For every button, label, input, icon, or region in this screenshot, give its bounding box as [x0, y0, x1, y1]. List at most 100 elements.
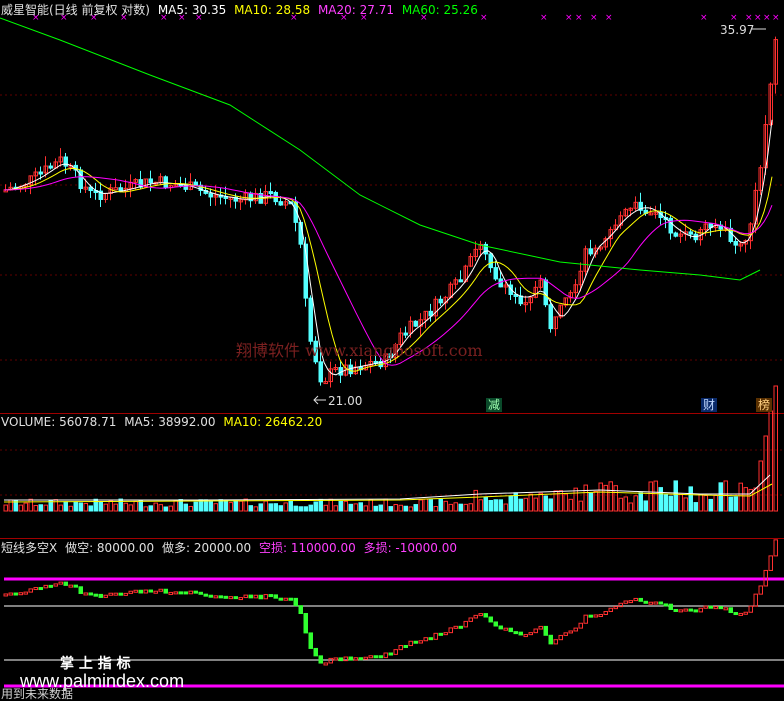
- volume-bar-59: [298, 506, 303, 512]
- indicator-bar-60: [303, 613, 308, 634]
- indicator-bar-13: [68, 584, 73, 588]
- indicator-bar-146: [733, 612, 738, 616]
- volume-bar-57: [288, 500, 293, 512]
- candle-141: [708, 223, 713, 236]
- volume-bar-139: [698, 493, 703, 512]
- candle-102: [513, 287, 518, 304]
- indicator-bar-0: [3, 593, 8, 597]
- ma5-value: MA5: 30.35: [157, 3, 227, 17]
- candle-146: [733, 238, 738, 254]
- volume-bar-42: [213, 503, 218, 512]
- indicator-bar-126: [633, 597, 638, 602]
- indicator-bar-26: [133, 589, 138, 593]
- volume-bar-18: [93, 498, 98, 512]
- indicator-bar-108: [543, 625, 548, 636]
- indicator-bar-4: [23, 591, 28, 595]
- volume-bar-9: [48, 500, 53, 512]
- candle-143: [718, 220, 723, 238]
- indicator-long-value: 做多: 20000.00: [162, 541, 252, 555]
- candle-104: [523, 295, 528, 313]
- indicator-bar-44: [223, 595, 228, 599]
- indicator-bar-142: [713, 606, 718, 610]
- indicator-bar-111: [558, 634, 563, 641]
- indicator-bar-87: [438, 632, 443, 636]
- volume-bar-140: [703, 495, 708, 512]
- indicator-bar-135: [678, 609, 683, 613]
- event-badge-finance[interactable]: 财: [701, 398, 718, 412]
- indicator-bar-10: [53, 583, 58, 587]
- volume-bar-8: [43, 504, 48, 512]
- candle-51: [258, 188, 263, 204]
- event-badge-reduce[interactable]: 减: [486, 398, 503, 412]
- volume-bar-54: [273, 503, 278, 512]
- candle-126: [633, 196, 638, 212]
- volume-bar-73: [368, 499, 373, 512]
- candle-50: [253, 188, 258, 204]
- indicator-bar-25: [128, 590, 133, 594]
- volume-bar-143: [718, 482, 723, 512]
- candle-71: [358, 359, 363, 376]
- candle-82: [413, 320, 418, 328]
- volume-bar-81: [408, 506, 413, 512]
- price-high-label: 35.97: [720, 23, 755, 37]
- indicator-bar-74: [373, 655, 378, 659]
- candle-153: [768, 82, 773, 126]
- volume-bar-14: [73, 501, 78, 512]
- volume-bar-31: [158, 504, 163, 512]
- indicator-bar-93: [468, 617, 473, 622]
- volume-bar-153: [768, 410, 773, 512]
- main-header: 威星智能(日线 前复权 对数) MA5: 30.35 MA10: 28.58 M…: [1, 3, 478, 17]
- indicator-bar-11: [58, 581, 63, 585]
- candle-9: [48, 162, 53, 170]
- indicator-bar-99: [498, 625, 503, 630]
- indicator-bar-6: [33, 587, 38, 591]
- indicator-bar-31: [158, 588, 163, 592]
- indicator-bar-137: [688, 608, 693, 612]
- indicator-empty-loss-value: 空损: 110000.00: [258, 541, 356, 555]
- indicator-bar-151: [758, 585, 763, 595]
- volume-bar-116: [583, 484, 588, 512]
- volume-bar-49: [248, 505, 253, 512]
- indicator-bar-145: [728, 607, 733, 614]
- indicator-bar-40: [203, 593, 208, 597]
- volume-bar-120: [603, 484, 608, 512]
- volume-bar-145: [728, 496, 733, 512]
- candle-105: [528, 295, 533, 311]
- volume-bar-37: [188, 505, 193, 512]
- volume-bar-44: [223, 499, 228, 512]
- volume-bar-36: [183, 503, 188, 512]
- volume-bar-75: [378, 504, 383, 512]
- volume-bar-134: [673, 480, 678, 512]
- indicator-bar-63: [318, 655, 323, 664]
- x-marker-19: ×: [745, 13, 753, 23]
- indicator-bar-113: [568, 630, 573, 634]
- indicator-bar-5: [28, 588, 33, 593]
- volume-bar-88: [443, 500, 448, 512]
- candle-41: [208, 188, 213, 206]
- volume-bar-124: [623, 496, 628, 512]
- indicator-bar-41: [208, 594, 213, 598]
- indicator-bar-16: [83, 592, 88, 596]
- indicator-header: 短线多空X 做空: 80000.00 做多: 20000.00 空损: 1100…: [1, 541, 457, 555]
- indicator-bar-43: [218, 595, 223, 599]
- volume-header: VOLUME: 56078.71 MA5: 38992.00 MA10: 264…: [1, 415, 322, 429]
- indicator-bar-56: [283, 597, 288, 601]
- candle-90: [453, 277, 458, 290]
- indicator-bar-79: [398, 645, 403, 651]
- volume-bar-53: [268, 503, 273, 512]
- indicator-bar-118: [593, 614, 598, 618]
- indicator-bar-34: [173, 591, 178, 595]
- indicator-bar-1: [8, 592, 13, 596]
- candle-20: [103, 192, 108, 203]
- volume-bar-135: [678, 493, 683, 512]
- volume-bar-51: [258, 503, 263, 512]
- volume-bar-86: [433, 505, 438, 512]
- volume-bar-58: [293, 505, 298, 512]
- event-badge-list[interactable]: 榜: [756, 398, 773, 412]
- volume-bar-41: [208, 501, 213, 512]
- volume-bar-79: [398, 504, 403, 512]
- volume-bar-92: [463, 503, 468, 512]
- volume-bar-87: [438, 498, 443, 512]
- x-marker-18: ×: [730, 13, 738, 23]
- indicator-bar-69: [348, 656, 353, 661]
